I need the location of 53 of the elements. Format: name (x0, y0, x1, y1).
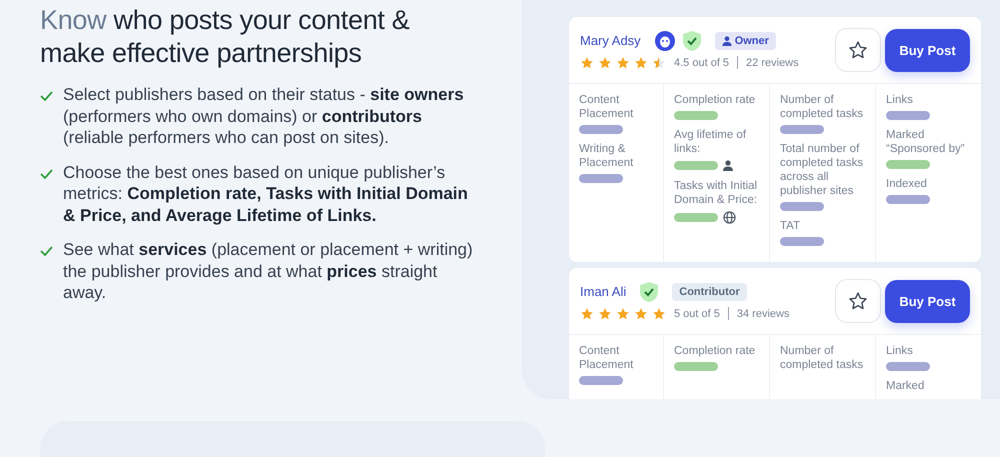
feature-text: See what services (placement or placement + writing) the publisher provides and at what prices straight away. (63, 239, 474, 304)
check-icon (40, 91, 53, 101)
metric-label: Completion rate (674, 93, 756, 107)
star-outline-icon (848, 291, 868, 311)
half-star-icon (652, 56, 666, 70)
metric-label: Indexed (886, 177, 928, 191)
metric-label: Number of completed tasks (780, 344, 864, 372)
metric-label: Number of completed tasks (780, 93, 864, 121)
buy-post-button[interactable]: Buy Post (885, 280, 970, 322)
buy-post-button[interactable]: Buy Post (885, 28, 970, 72)
section-heading: Know who posts your content & make effective partnerships (40, 4, 411, 70)
metric-label: Links (886, 93, 914, 107)
feature-text: Choose the best ones based on unique publisher’s metrics: Completion rate, Tasks with Initial Domain & Price, and Average Lifetime of Links. (63, 162, 469, 226)
publisher-name[interactable]: Iman Ali (580, 284, 626, 299)
person-icon (723, 160, 733, 171)
favorite-button[interactable] (835, 279, 881, 323)
role-tag: Contributor (672, 282, 747, 300)
feature-text: Select publishers based on their status - site owners (performers who own domains) or contributors (reliable performers who can post on sites). (63, 84, 465, 148)
star-outline-icon (848, 40, 868, 60)
metric-label: Writing & Placement (579, 142, 634, 170)
star-icon (580, 56, 594, 70)
metric-label: Content Placement (579, 344, 634, 372)
metric-label: Marked “Sponsored by” (886, 128, 966, 156)
star-icon (652, 306, 666, 320)
metric-label: Content Placement (579, 93, 634, 121)
verified-shield-icon (640, 282, 658, 302)
metric-label: Links (886, 344, 914, 358)
metric-label: Marked (886, 379, 926, 393)
star-icon (580, 306, 594, 320)
star-icon (634, 56, 648, 70)
globe-icon (723, 211, 736, 224)
star-icon (598, 56, 612, 70)
star-icon (634, 306, 648, 320)
reviews-count: 22 reviews (746, 56, 799, 68)
rating-text: 5 out of 5 (674, 308, 720, 320)
check-icon (40, 246, 53, 256)
rating-text: 4.5 out of 5 (674, 56, 730, 68)
favorite-button[interactable] (835, 28, 881, 72)
star-icon (616, 56, 630, 70)
role-tag: Owner (714, 32, 776, 50)
metric-label: Tasks with Initial Domain & Price: (674, 179, 758, 207)
metric-label: Avg lifetime of links: (674, 128, 748, 156)
verified-shield-icon (682, 30, 701, 50)
metric-label: Completion rate (674, 344, 756, 358)
metric-label: Total number of completed tasks across all publisher sites (780, 142, 864, 198)
star-icon (598, 306, 612, 320)
publisher-name[interactable]: Mary Adsy (580, 33, 641, 48)
metric-label: TAT (780, 219, 802, 233)
star-icon (616, 306, 630, 320)
reviews-count: 34 reviews (736, 308, 790, 320)
owl-logo-icon (654, 30, 675, 50)
check-icon (40, 168, 53, 178)
person-icon (722, 36, 732, 46)
